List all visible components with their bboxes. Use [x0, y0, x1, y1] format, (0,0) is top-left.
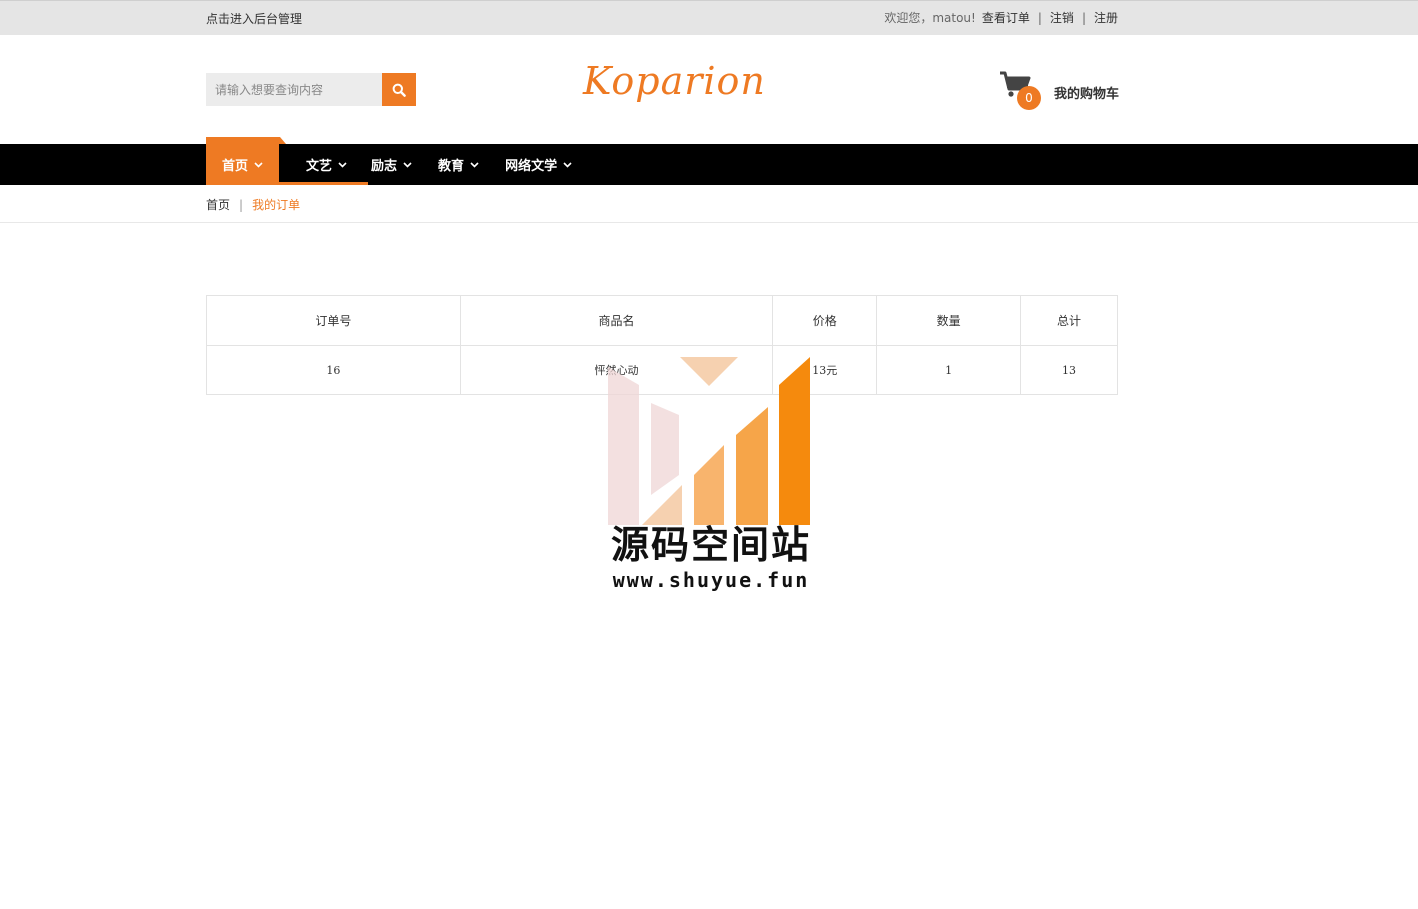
breadcrumb-current: 我的订单 — [252, 198, 301, 212]
cell-quantity: 1 — [876, 345, 1022, 395]
nav-items: 首页 文艺 励志 教育 网络文学 — [206, 144, 588, 185]
breadcrumb-home-link[interactable]: 首页 — [206, 196, 230, 213]
nav-item-label: 教育 — [438, 159, 465, 174]
header: Koparion 0 我的购物车 — [0, 35, 1418, 144]
main-nav: 首页 文艺 励志 教育 网络文学 — [0, 144, 1418, 185]
nav-underline — [206, 182, 368, 185]
site-logo[interactable]: Koparion — [583, 59, 766, 103]
nav-item-label: 文艺 — [306, 159, 333, 174]
chevron-down-icon — [470, 162, 479, 168]
watermark-title: 源码空间站 — [610, 523, 811, 567]
cell-total: 13 — [1020, 345, 1118, 395]
user-links: 欢迎您，matou! 查看订单 | 注销 | 注册 — [884, 9, 1118, 26]
table-header-row: 订单号 商品名 价格 数量 总计 — [206, 295, 1118, 346]
nav-item-label: 网络文学 — [505, 159, 558, 174]
divider — [0, 222, 1418, 223]
logout-link[interactable]: 注销 — [1050, 9, 1074, 26]
breadcrumb: 首页 | 我的订单 — [206, 196, 300, 213]
register-link[interactable]: 注册 — [1094, 9, 1118, 26]
nav-active-tab-notch — [280, 137, 286, 144]
nav-item-home[interactable]: 首页 — [206, 144, 280, 185]
nav-item-web-literature[interactable]: 网络文学 — [495, 144, 588, 185]
separator: | — [1037, 10, 1042, 25]
chevron-down-icon — [338, 162, 347, 168]
watermark-url: www.shuyue.fun — [612, 568, 810, 592]
cell-price: 13元 — [772, 345, 878, 395]
column-header-order-no: 订单号 — [206, 295, 461, 346]
chevron-down-icon — [254, 162, 263, 168]
cart-count-badge: 0 — [1017, 86, 1041, 110]
search-box — [206, 73, 416, 106]
separator: | — [1081, 10, 1086, 25]
welcome-text: 欢迎您，matou! — [884, 11, 976, 25]
column-header-price: 价格 — [772, 295, 878, 346]
nav-item-label: 首页 — [222, 159, 249, 174]
breadcrumb-separator: | — [239, 197, 244, 212]
search-button[interactable] — [382, 73, 416, 106]
column-header-quantity: 数量 — [876, 295, 1022, 346]
view-orders-link[interactable]: 查看订单 — [982, 9, 1030, 26]
search-icon — [392, 83, 406, 97]
column-header-product: 商品名 — [459, 295, 774, 346]
nav-item-education[interactable]: 教育 — [428, 144, 495, 185]
shopping-cart[interactable]: 0 我的购物车 — [998, 70, 1119, 110]
nav-active-tab-top — [206, 137, 280, 144]
search-input[interactable] — [206, 73, 382, 106]
admin-backend-link[interactable]: 点击进入后台管理 — [206, 10, 302, 27]
cell-product: 怦然心动 — [459, 345, 774, 395]
orders-table: 订单号 商品名 价格 数量 总计 16 怦然心动 13元 1 13 — [206, 295, 1118, 395]
chevron-down-icon — [563, 162, 572, 168]
table-row: 16 怦然心动 13元 1 13 — [206, 345, 1118, 395]
top-bar: 点击进入后台管理 欢迎您，matou! 查看订单 | 注销 | 注册 — [0, 0, 1418, 35]
cart-label[interactable]: 我的购物车 — [1054, 83, 1119, 102]
chevron-down-icon — [403, 162, 412, 168]
nav-item-inspiration[interactable]: 励志 — [363, 144, 428, 185]
cell-order-no: 16 — [206, 345, 461, 395]
column-header-total: 总计 — [1020, 295, 1118, 346]
nav-item-literature[interactable]: 文艺 — [279, 144, 363, 185]
nav-item-label: 励志 — [371, 159, 398, 174]
